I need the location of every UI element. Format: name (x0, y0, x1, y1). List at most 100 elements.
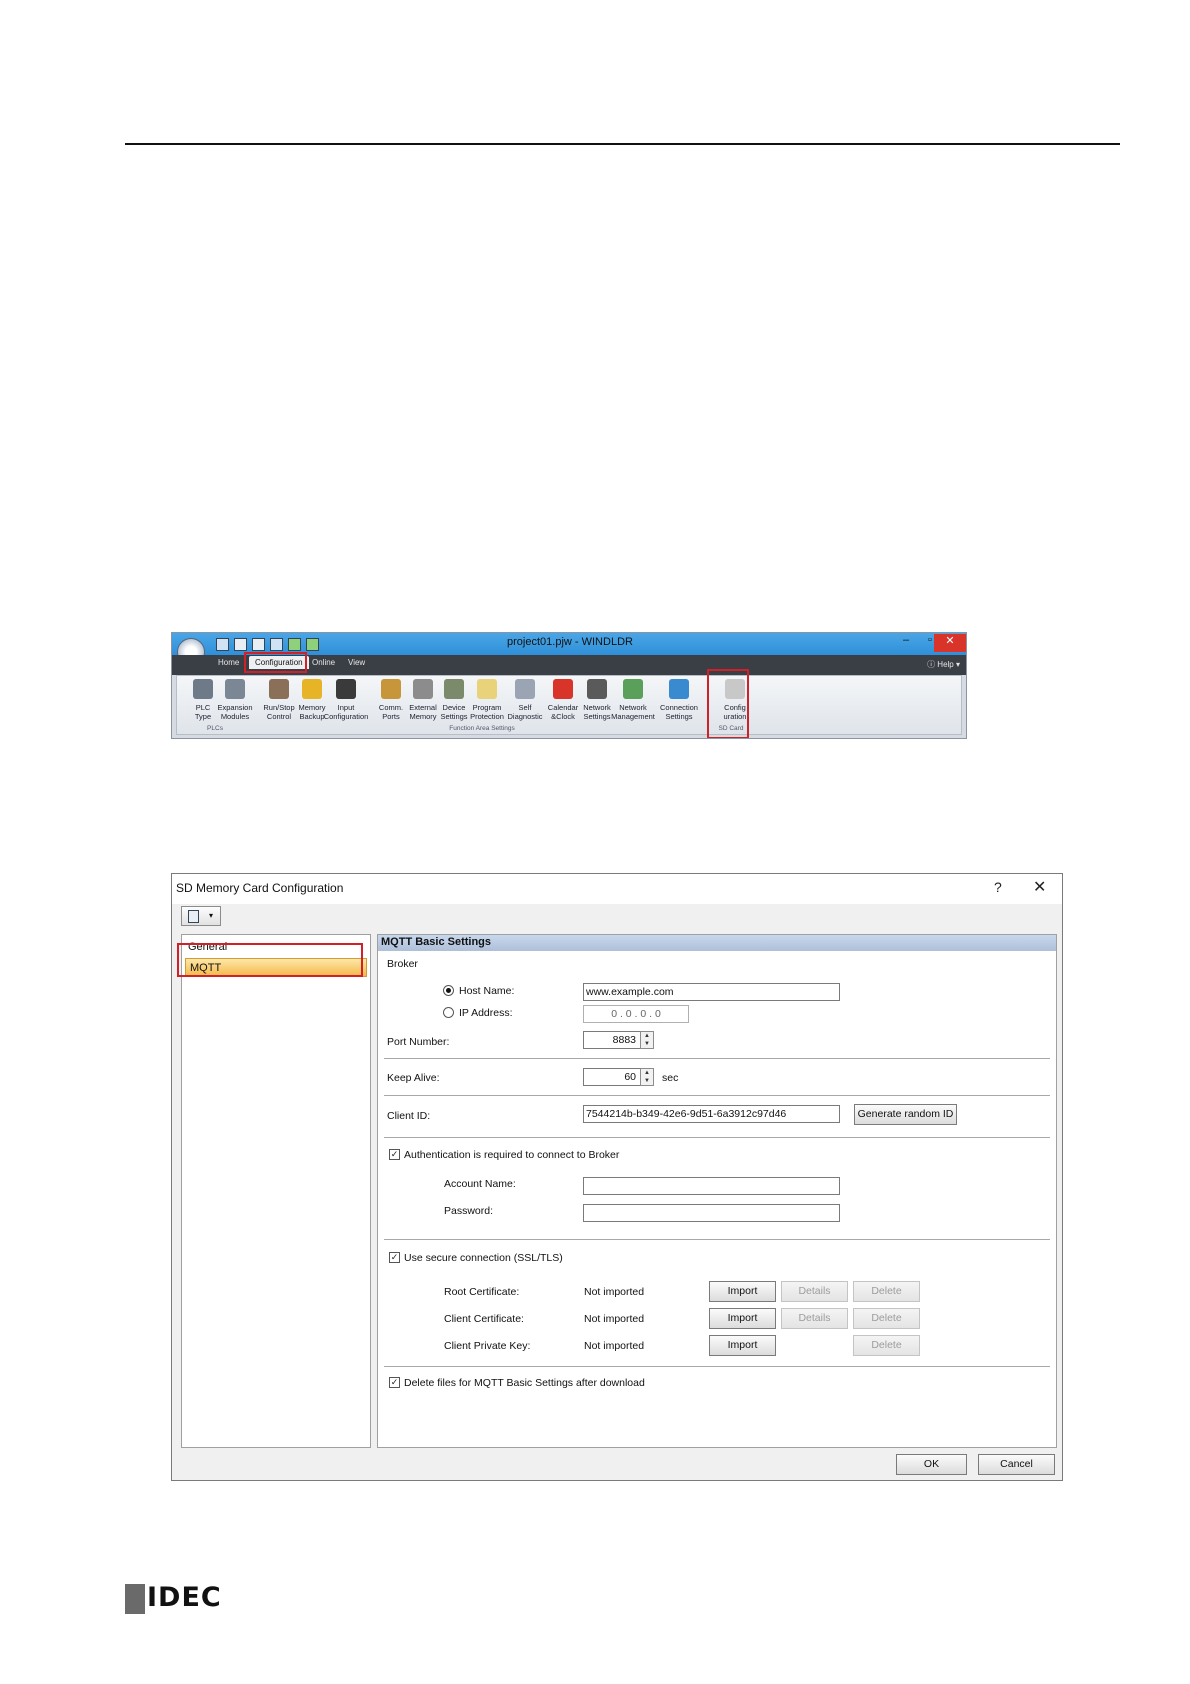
ribbon-button-label: Self (518, 703, 532, 712)
ribbon-button-label: Management (611, 712, 655, 721)
ok-button[interactable]: OK (896, 1454, 967, 1475)
close-icon[interactable]: ✕ (934, 634, 966, 652)
client-cert-details-button[interactable]: Details (781, 1308, 848, 1329)
client-private-key-status: Not imported (584, 1340, 645, 1352)
ribbon-button-label: Expansion (217, 703, 253, 712)
header-rule (125, 143, 1120, 145)
tab-online[interactable]: Online (312, 658, 335, 667)
group-function-area: Function Area Settings (449, 725, 515, 732)
external-memory-icon (413, 679, 433, 699)
root-certificate-status: Not imported (584, 1286, 645, 1298)
ribbon-button-label: Network (619, 703, 647, 712)
ip-address-input[interactable]: 0 . 0 . 0 . 0 (583, 1005, 689, 1023)
self-diagnostic-icon (515, 679, 535, 699)
private-key-delete-button[interactable]: Delete (853, 1335, 920, 1356)
password-label: Password: (444, 1205, 494, 1217)
root-delete-button[interactable]: Delete (853, 1281, 920, 1302)
authentication-checkbox[interactable]: ✓ (389, 1149, 400, 1160)
cancel-button[interactable]: Cancel (978, 1454, 1055, 1475)
client-cert-import-button[interactable]: Import (709, 1308, 776, 1329)
group-plcs: PLCs (207, 725, 223, 732)
sd-config-highlight (707, 669, 749, 738)
mqtt-settings-panel: MQTT Basic Settings Broker Host Name: ww… (377, 934, 1057, 1448)
keep-alive-label: Keep Alive: (387, 1072, 440, 1084)
authentication-label: Authentication is required to connect to… (404, 1149, 620, 1161)
keep-alive-input[interactable]: 60 (583, 1068, 641, 1086)
root-import-button[interactable]: Import (709, 1281, 776, 1302)
keep-alive-spinner[interactable]: ▲ ▼ (640, 1068, 654, 1086)
tab-home[interactable]: Home (218, 658, 239, 667)
download-icon[interactable] (288, 638, 301, 651)
divider (384, 1239, 1050, 1240)
sd-memory-card-dialog: SD Memory Card Configuration ? ✕ ▾ Gener… (171, 873, 1063, 1481)
client-certificate-label: Client Certificate: (444, 1313, 524, 1325)
ip-address-radio[interactable] (443, 1007, 454, 1018)
port-number-label: Port Number: (387, 1036, 450, 1048)
file-menu-button[interactable]: ▾ (181, 906, 221, 926)
help-icon[interactable]: ? (994, 879, 1002, 895)
password-input[interactable] (583, 1204, 840, 1222)
generate-random-id-button[interactable]: Generate random ID (854, 1104, 957, 1125)
host-name-input[interactable]: www.example.com (583, 983, 840, 1001)
open-icon[interactable] (270, 638, 283, 651)
root-details-button[interactable]: Details (781, 1281, 848, 1302)
connection-settings-icon (669, 679, 689, 699)
help-menu[interactable]: ⓘ Help ▾ (927, 659, 960, 670)
keep-alive-unit: sec (662, 1072, 679, 1084)
section-header: MQTT Basic Settings (378, 935, 1056, 951)
windldr-ribbon-screenshot: project01.pjw - WINDLDR – ▫ ✕ Home Confi… (171, 632, 967, 739)
port-number-spinner[interactable]: ▲ ▼ (640, 1031, 654, 1049)
delete-files-checkbox[interactable]: ✓ (389, 1377, 400, 1388)
ssl-checkbox[interactable]: ✓ (389, 1252, 400, 1263)
save-icon[interactable] (216, 638, 229, 651)
close-icon[interactable]: ✕ (1033, 877, 1046, 897)
broker-label: Broker (387, 958, 418, 970)
tab-view[interactable]: View (348, 658, 365, 667)
upload-icon[interactable] (306, 638, 319, 651)
ribbon-label: Connection Settings (651, 703, 707, 721)
client-id-label: Client ID: (387, 1110, 431, 1122)
ribbon-button-label: Settings (665, 712, 693, 721)
help-label: Help (937, 660, 954, 669)
chevron-down-icon: ▾ (209, 911, 214, 920)
client-cert-delete-button[interactable]: Delete (853, 1308, 920, 1329)
network-management-icon (623, 679, 643, 699)
account-name-label: Account Name: (444, 1178, 516, 1190)
client-private-key-label: Client Private Key: (444, 1340, 531, 1352)
ribbon-button-label: Modules (220, 712, 250, 721)
host-name-label: Host Name: (459, 985, 515, 997)
private-key-import-button[interactable]: Import (709, 1335, 776, 1356)
client-id-input[interactable]: 7544214b-b349-42e6-9d51-6a3912c97d46 (583, 1105, 840, 1123)
divider (384, 1095, 1050, 1096)
expansion-modules-icon (225, 679, 245, 699)
program-protection-icon (477, 679, 497, 699)
divider (384, 1366, 1050, 1367)
root-certificate-label: Root Certificate: (444, 1286, 520, 1298)
dialog-title: SD Memory Card Configuration (176, 881, 344, 895)
input-configuration-icon (336, 679, 356, 699)
dialog-title-bar: SD Memory Card Configuration ? ✕ (172, 874, 1062, 904)
ssl-label: Use secure connection (SSL/TLS) (404, 1252, 563, 1264)
ribbon-button-label: Connection (660, 703, 698, 712)
configuration-tab-highlight (244, 652, 307, 673)
redo-icon[interactable] (252, 638, 265, 651)
mqtt-highlight (177, 943, 363, 977)
ribbon-button-label: Configuration (323, 712, 369, 721)
ip-address-label: IP Address: (459, 1007, 513, 1019)
logo-text: IDEC (147, 1582, 222, 1613)
run-stop-icon (269, 679, 289, 699)
host-name-radio[interactable] (443, 985, 454, 996)
port-number-input[interactable]: 8883 (583, 1031, 641, 1049)
calendar-clock-icon (553, 679, 573, 699)
undo-icon[interactable] (234, 638, 247, 651)
plc-type-icon (193, 679, 213, 699)
ribbon-body: PLCs Function Area Settings SD Card PLC T… (176, 675, 962, 735)
network-settings-icon (587, 679, 607, 699)
device-settings-icon (444, 679, 464, 699)
settings-tree: General MQTT (181, 934, 371, 1448)
comm-ports-icon (381, 679, 401, 699)
divider (384, 1058, 1050, 1059)
account-name-input[interactable] (583, 1177, 840, 1195)
divider (384, 1137, 1050, 1138)
logo-mark (125, 1584, 145, 1614)
